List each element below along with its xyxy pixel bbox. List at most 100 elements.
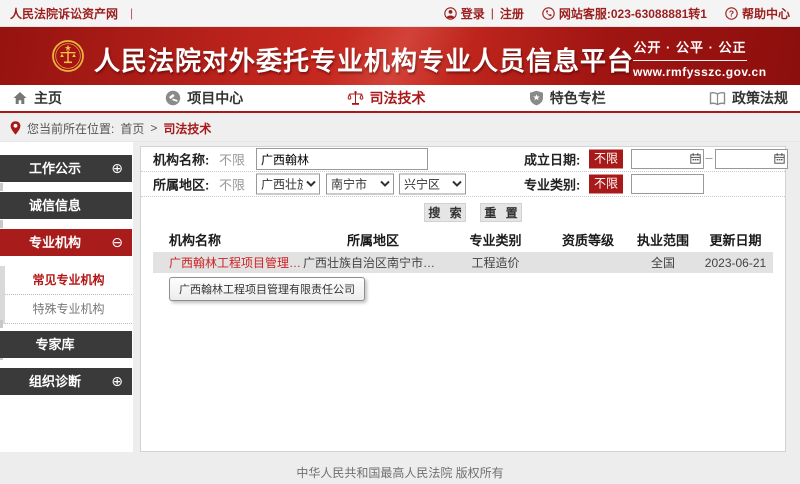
project-center-icon: [165, 90, 181, 106]
category-input[interactable]: [631, 174, 704, 194]
slogan-text: 公开 · 公平 · 公正: [633, 37, 747, 61]
province-select[interactable]: 广西壮族自治区: [256, 174, 320, 195]
org-name-label: 机构名称:: [153, 150, 209, 169]
org-name-tooltip: 广西翰林工程项目管理有限责任公司: [169, 277, 365, 301]
service-phone-label: 网站客服:023-63088881转1: [559, 5, 707, 22]
calendar-icon[interactable]: [774, 153, 785, 164]
calendar-icon[interactable]: [690, 153, 701, 164]
platform-title: 人民法院对外委托专业机构专业人员信息平台: [94, 41, 634, 78]
region-any-option[interactable]: 不限: [219, 175, 245, 194]
login-register-divider: |: [491, 6, 494, 20]
header-category: 专业类别: [443, 226, 548, 252]
header-grade: 资质等级: [548, 226, 628, 252]
sidebar-item-work-publicity[interactable]: 工作公示 ⊕: [0, 155, 132, 182]
expand-icon[interactable]: ⊕: [111, 155, 123, 182]
nav-item-judicial-technology[interactable]: 司法技术: [347, 85, 426, 111]
sidebar-subitem-label: 特殊专业机构: [32, 302, 104, 316]
sidebar-divider-tick: [0, 220, 3, 228]
svg-text:?: ?: [729, 8, 734, 18]
location-pin-icon: [10, 121, 21, 135]
nav-item-special-column[interactable]: 特色专栏: [529, 85, 606, 111]
breadcrumb: 您当前所在位置: 首页 > 司法技术: [0, 115, 800, 142]
table-header-row: 机构名称 所属地区 专业类别 资质等级 执业范围 更新日期: [153, 226, 773, 252]
breadcrumb-separator: >: [150, 121, 157, 135]
reset-button[interactable]: 重 置: [480, 203, 522, 222]
nav-item-project-center[interactable]: 项目中心: [165, 85, 243, 111]
nav-item-home[interactable]: 主页: [12, 85, 62, 111]
site-banner: 人民法院对外委托专业机构专业人员信息平台 公开 · 公平 · 公正 www.rm…: [0, 27, 800, 85]
sidebar-subitem-special-orgs[interactable]: 特殊专业机构: [5, 295, 132, 324]
expand-icon[interactable]: ⊕: [111, 368, 123, 395]
cell-region: 广西壮族自治区南宁市兴宁区: [303, 252, 443, 273]
table-row: 广西翰林工程项目管理有限责任... 广西壮族自治区南宁市兴宁区 工程造价 全国 …: [153, 252, 773, 273]
nav-label: 司法技术: [370, 88, 426, 108]
category-any-option[interactable]: 不限: [589, 175, 623, 194]
nav-item-policy[interactable]: 政策法规: [709, 85, 788, 111]
nav-label: 政策法规: [732, 88, 788, 108]
help-center-label: 帮助中心: [742, 5, 790, 22]
help-center[interactable]: ? 帮助中心: [725, 5, 790, 22]
breadcrumb-home[interactable]: 首页: [120, 120, 144, 137]
org-name-any-option[interactable]: 不限: [219, 150, 245, 169]
cell-org-name-link[interactable]: 广西翰林工程项目管理有限责任...: [153, 252, 303, 273]
sidebar-divider-tick: [0, 183, 3, 191]
sidebar-item-org-diagnosis[interactable]: 组织诊断 ⊕: [0, 368, 132, 395]
header-org-name: 机构名称: [153, 226, 303, 252]
nav-label: 特色专栏: [550, 88, 606, 108]
collapse-icon[interactable]: ⊖: [111, 229, 123, 256]
sidebar-subitem-label: 常见专业机构: [32, 273, 104, 287]
search-form-row-1: 机构名称: 不限 成立日期: 不限 ---: [141, 147, 785, 172]
sidebar-subitem-common-orgs[interactable]: 常见专业机构: [5, 266, 132, 295]
sidebar-item-label: 诚信信息: [29, 198, 81, 213]
top-utility-bar: 人民法院诉讼资产网 | 登录 | 注册 网站客服:023-63088881转1: [0, 0, 800, 27]
district-select[interactable]: 兴宁区: [399, 174, 466, 195]
sidebar-menu: 工作公示 ⊕ 诚信信息 专业机构 ⊖ 常见专业机构 特殊专业机构 专家库 组织诊…: [0, 155, 132, 405]
shield-star-icon: [529, 90, 544, 106]
sidebar-item-label: 组织诊断: [29, 374, 81, 389]
header-updated: 更新日期: [698, 226, 773, 252]
search-form-row-2: 所属地区: 不限 广西壮族自治区 南宁市 兴宁区 专业类别: 不限: [141, 172, 785, 197]
court-emblem-logo: [52, 40, 84, 72]
content-panel: 机构名称: 不限 成立日期: 不限 ---: [140, 146, 786, 452]
login-register-group: 登录 | 注册: [444, 5, 524, 22]
cell-category: 工程造价: [443, 252, 548, 273]
main-nav: 主页 项目中心 司法技术: [0, 85, 800, 113]
sidebar-item-expert-library[interactable]: 专家库: [0, 331, 132, 358]
login-link[interactable]: 登录: [461, 5, 485, 22]
region-label: 所属地区:: [153, 175, 209, 194]
register-link[interactable]: 注册: [500, 5, 524, 22]
site-name-link[interactable]: 人民法院诉讼资产网: [10, 5, 118, 22]
nav-label: 项目中心: [187, 88, 243, 108]
topbar-divider: |: [130, 6, 133, 20]
sidebar-item-label: 工作公示: [29, 161, 81, 176]
breadcrumb-current[interactable]: 司法技术: [163, 120, 211, 137]
founding-date-label: 成立日期:: [524, 150, 580, 169]
sidebar-item-label: 专业机构: [29, 235, 81, 250]
copyright-text: 中华人民共和国最高人民法院 版权所有: [296, 466, 503, 480]
sidebar-item-label: 专家库: [35, 337, 74, 352]
founding-date-any-option[interactable]: 不限: [589, 150, 623, 169]
user-icon: [444, 7, 457, 20]
date-range-separator: ---: [705, 154, 712, 165]
home-icon: [12, 90, 28, 106]
category-label: 专业类别:: [524, 175, 580, 194]
org-name-input[interactable]: [256, 148, 428, 170]
search-button[interactable]: 搜 索: [424, 203, 466, 222]
help-icon: ?: [725, 7, 738, 20]
cell-grade: [548, 252, 628, 273]
sidebar-divider-tick: [0, 320, 3, 328]
breadcrumb-prefix: 您当前所在位置:: [27, 120, 114, 137]
header-region: 所属地区: [303, 226, 443, 252]
service-phone[interactable]: 网站客服:023-63088881转1: [542, 5, 707, 22]
city-select[interactable]: 南宁市: [326, 174, 394, 195]
form-buttons: 搜 索 重 置: [141, 197, 785, 226]
sidebar-item-integrity-info[interactable]: 诚信信息: [0, 192, 132, 219]
nav-label: 主页: [34, 88, 62, 108]
scales-icon: [347, 90, 364, 107]
footer: 中华人民共和国最高人民法院 版权所有: [0, 464, 800, 481]
sidebar-item-professional-orgs[interactable]: 专业机构 ⊖: [0, 229, 132, 256]
results-table: 机构名称 所属地区 专业类别 资质等级 执业范围 更新日期 广西翰林工程项目管理…: [153, 226, 773, 273]
book-icon: [709, 91, 726, 106]
page: 人民法院诉讼资产网 | 登录 | 注册 网站客服:023-63088881转1: [0, 0, 800, 484]
cell-scope: 全国: [628, 252, 698, 273]
